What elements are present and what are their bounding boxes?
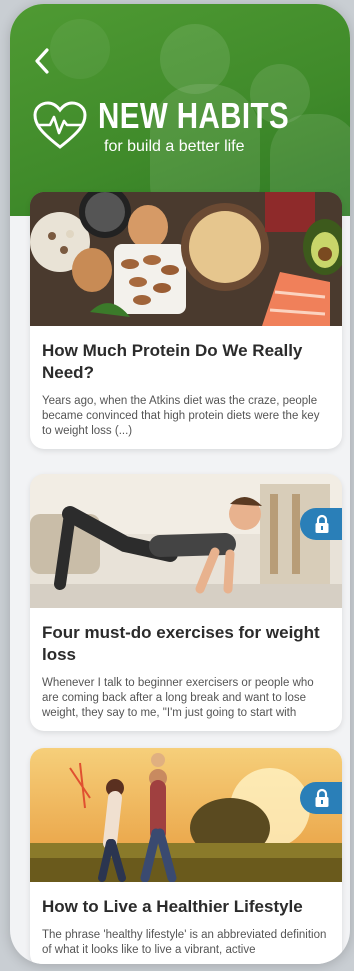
app-screen: NEW HABITS for build a better life How M… xyxy=(10,4,350,964)
heart-pulse-icon xyxy=(33,101,87,149)
article-excerpt: The phrase 'healthy lifestyle' is an abb… xyxy=(42,929,327,956)
article-title[interactable]: How to Live a Healthier Lifestyle xyxy=(42,896,330,918)
locked-badge[interactable] xyxy=(300,782,342,814)
article-card[interactable]: Four must-do exercises for weight loss W… xyxy=(30,474,342,731)
article-excerpt: Years ago, when the Atkins diet was the … xyxy=(42,395,320,437)
app-title: NEW HABITS xyxy=(98,95,290,136)
article-title[interactable]: Four must-do exercises for weight loss xyxy=(42,622,330,666)
protein-foods-image xyxy=(30,192,342,326)
article-excerpt: Whenever I talk to beginner exercisers o… xyxy=(42,677,314,719)
back-button[interactable] xyxy=(28,44,56,78)
header-banner: NEW HABITS for build a better life xyxy=(10,4,350,216)
app-subtitle: for build a better life xyxy=(104,138,245,155)
locked-badge[interactable] xyxy=(300,508,342,540)
lock-icon xyxy=(315,514,329,533)
article-card[interactable]: How to Live a Healthier Lifestyle The ph… xyxy=(30,748,342,964)
article-card[interactable]: How Much Protein Do We Really Need? Year… xyxy=(30,192,342,449)
lock-icon xyxy=(315,788,329,807)
article-title[interactable]: How Much Protein Do We Really Need? xyxy=(42,340,330,384)
chevron-left-icon xyxy=(35,48,49,74)
brand-logo: NEW HABITS for build a better life xyxy=(32,96,331,156)
woman-exercising-image xyxy=(30,474,342,608)
family-outdoors-image xyxy=(30,748,342,882)
